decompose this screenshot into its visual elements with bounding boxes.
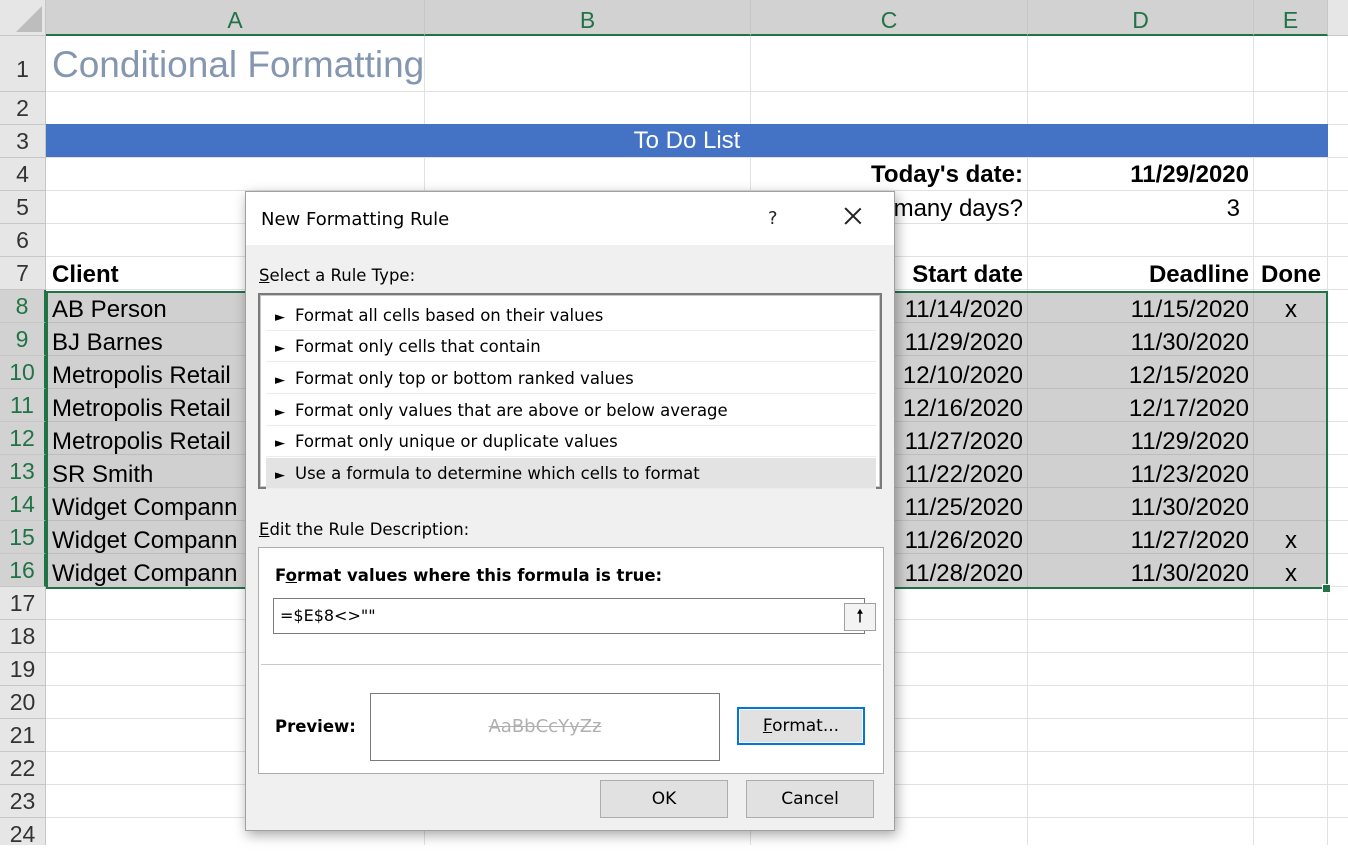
- rule-type-item[interactable]: ► Format only values that are above or be…: [266, 395, 876, 426]
- row-header-4[interactable]: 4: [0, 158, 46, 191]
- row-header-22[interactable]: 22: [0, 752, 46, 785]
- select-all-corner[interactable]: [0, 0, 46, 36]
- cancel-button[interactable]: Cancel: [746, 780, 874, 818]
- cell-done[interactable]: x: [1254, 557, 1328, 590]
- row-header-9[interactable]: 9: [0, 323, 46, 356]
- today-value[interactable]: 11/29/2020: [1028, 158, 1249, 191]
- cell-deadline[interactable]: 12/17/2020: [1028, 392, 1249, 425]
- column-header-e[interactable]: E: [1254, 0, 1328, 36]
- rule-type-item[interactable]: ► Format only top or bottom ranked values: [266, 363, 876, 394]
- row-header-1[interactable]: 1: [0, 36, 46, 92]
- arrow-up-icon: 🠕: [856, 606, 864, 627]
- row-header-11[interactable]: 11: [0, 389, 46, 422]
- row-header-10[interactable]: 10: [0, 356, 46, 389]
- collapse-dialog-button[interactable]: 🠕: [844, 603, 876, 631]
- row-header-24[interactable]: 24: [0, 818, 46, 847]
- today-label[interactable]: Today's date:: [751, 158, 1023, 191]
- cell-deadline[interactable]: 11/30/2020: [1028, 557, 1249, 590]
- row-header-2[interactable]: 2: [0, 92, 46, 125]
- rule-type-list[interactable]: ► Format all cells based on their values …: [258, 293, 882, 489]
- format-button[interactable]: Format...: [737, 707, 865, 745]
- help-button[interactable]: ?: [768, 208, 778, 229]
- ok-button[interactable]: OK: [600, 780, 728, 818]
- row-header-21[interactable]: 21: [0, 719, 46, 752]
- row-header-5[interactable]: 5: [0, 191, 46, 224]
- row-header-3[interactable]: 3: [0, 125, 46, 158]
- header-done[interactable]: Done: [1254, 258, 1328, 291]
- cell-done[interactable]: x: [1254, 293, 1328, 326]
- cell-deadline[interactable]: 11/23/2020: [1028, 458, 1249, 491]
- row-header-20[interactable]: 20: [0, 686, 46, 719]
- close-icon[interactable]: [838, 202, 868, 232]
- edit-rule-description-label: Edit the Rule Description:: [259, 520, 470, 539]
- row-header-14[interactable]: 14: [0, 488, 46, 521]
- arrow-right-icon: ►: [275, 341, 285, 356]
- row-header-23[interactable]: 23: [0, 785, 46, 818]
- sheet-title[interactable]: Conditional Formatting: [52, 44, 424, 86]
- arrow-right-icon: ►: [275, 405, 285, 420]
- rule-type-item[interactable]: ► Format only unique or duplicate values: [266, 426, 876, 457]
- rule-type-item[interactable]: ► Format only cells that contain: [266, 331, 876, 362]
- dialog-title: New Formatting Rule: [261, 209, 450, 230]
- row-header-17[interactable]: 17: [0, 587, 46, 620]
- cell-deadline[interactable]: 11/30/2020: [1028, 326, 1249, 359]
- row-header-6[interactable]: 6: [0, 224, 46, 257]
- cell-deadline[interactable]: 11/27/2020: [1028, 524, 1249, 557]
- row-header-16[interactable]: 16: [0, 554, 46, 587]
- format-preview: AaBbCcYyZz: [370, 693, 720, 761]
- row-header-7[interactable]: 7: [0, 257, 46, 290]
- cell-deadline[interactable]: 12/15/2020: [1028, 359, 1249, 392]
- new-formatting-rule-dialog: New Formatting Rule ? Select a Rule Type…: [245, 191, 895, 831]
- days-value[interactable]: 3: [1028, 192, 1240, 225]
- row-header-8[interactable]: 8: [0, 290, 46, 323]
- formula-label: Format values where this formula is true…: [275, 566, 663, 585]
- select-rule-type-label: Select a Rule Type:: [259, 266, 416, 285]
- arrow-right-icon: ►: [275, 373, 285, 388]
- cell-deadline[interactable]: 11/30/2020: [1028, 491, 1249, 524]
- preview-label: Preview:: [275, 717, 356, 736]
- column-header-c[interactable]: C: [751, 0, 1028, 36]
- rule-type-item-selected[interactable]: ► Use a formula to determine which cells …: [266, 458, 876, 489]
- row-header-18[interactable]: 18: [0, 620, 46, 653]
- row-header-15[interactable]: 15: [0, 521, 46, 554]
- cell-done[interactable]: x: [1254, 524, 1328, 557]
- column-header-a[interactable]: A: [46, 0, 425, 36]
- rule-description-panel: Format values where this formula is true…: [258, 547, 884, 774]
- formula-text: =$E$8<>"": [280, 606, 376, 625]
- row-header-12[interactable]: 12: [0, 422, 46, 455]
- arrow-right-icon: ►: [275, 468, 285, 483]
- row-header-19[interactable]: 19: [0, 653, 46, 686]
- column-header-d[interactable]: D: [1028, 0, 1254, 36]
- arrow-right-icon: ►: [275, 310, 285, 325]
- row-header-13[interactable]: 13: [0, 455, 46, 488]
- column-header-f[interactable]: [1328, 0, 1348, 36]
- formula-input[interactable]: =$E$8<>"" 🠕: [273, 598, 876, 634]
- rule-type-item[interactable]: ► Format all cells based on their values: [266, 300, 876, 331]
- header-deadline[interactable]: Deadline: [1028, 258, 1249, 291]
- to-do-banner[interactable]: To Do List: [46, 124, 1328, 157]
- cell-deadline[interactable]: 11/15/2020: [1028, 293, 1249, 326]
- column-header-b[interactable]: B: [425, 0, 751, 36]
- arrow-right-icon: ►: [275, 436, 285, 451]
- divider: [261, 664, 881, 665]
- cell-deadline[interactable]: 11/29/2020: [1028, 425, 1249, 458]
